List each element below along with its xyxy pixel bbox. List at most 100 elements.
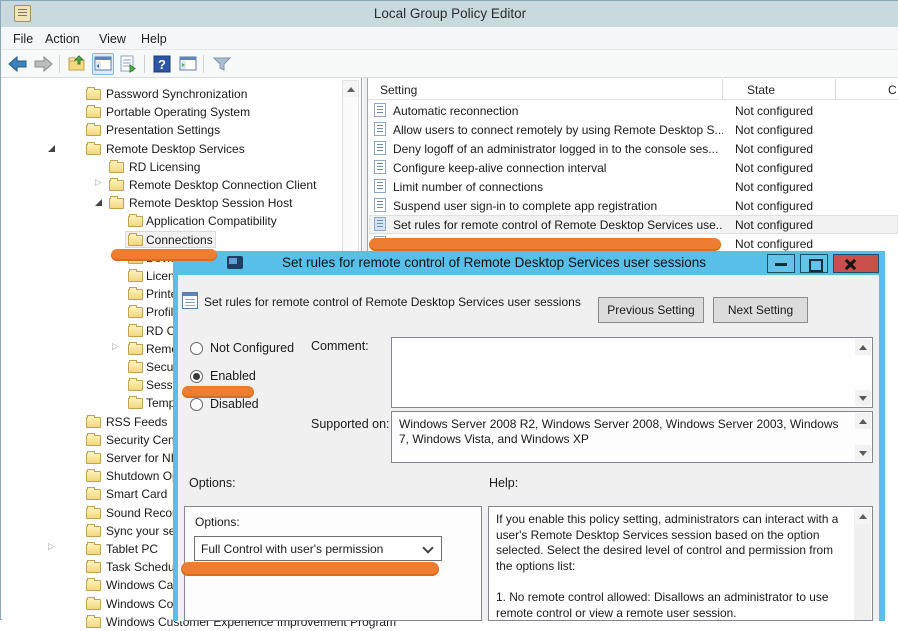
collapsed-arrow-icon[interactable]: ▷ <box>48 541 55 552</box>
help-icon[interactable]: ? <box>151 53 173 75</box>
local-group-policy-editor-window: { "window": { "title": "Local Group Poli… <box>0 0 898 620</box>
help-scrollbar[interactable] <box>854 508 871 620</box>
setting-state: Not configured <box>735 218 813 232</box>
radio-label[interactable]: Not Configured <box>210 341 294 355</box>
policy-setting-icon <box>374 160 386 174</box>
tree-item-presentation-settings[interactable]: Presentation Settings <box>2 121 342 139</box>
setting-name: Suspend user sign-in to complete app reg… <box>393 199 657 213</box>
column-divider[interactable] <box>722 79 723 100</box>
folder-icon <box>86 107 101 118</box>
dialog-titlebar: Set rules for remote control of Remote D… <box>173 251 885 275</box>
menu-item-file[interactable]: File <box>9 31 37 47</box>
folder-icon <box>86 580 101 591</box>
supported-on-value: Windows Server 2008 R2, Windows Server 2… <box>399 417 844 447</box>
export-list-icon[interactable] <box>118 53 140 75</box>
help-text: If you enable this policy setting, admin… <box>496 512 848 621</box>
setting-row-6[interactable]: Suspend user sign-in to complete app reg… <box>369 196 898 215</box>
folder-icon <box>86 508 101 519</box>
console-tree-icon[interactable] <box>92 53 114 75</box>
scroll-down-icon[interactable] <box>855 390 871 406</box>
maximize-button[interactable] <box>800 254 828 273</box>
toolbar-separator <box>144 55 145 73</box>
menu-item-action[interactable]: Action <box>41 31 84 47</box>
setting-row-7[interactable]: Set rules for remote control of Remote D… <box>369 215 898 234</box>
setting-row-4[interactable]: Configure keep-alive connection interval… <box>369 158 898 177</box>
tree-item-remote-desktop-connection-client[interactable]: ▷ Remote Desktop Connection Client <box>2 176 342 194</box>
policy-setting-icon <box>374 179 386 193</box>
tree-item-label: Connections <box>146 233 213 247</box>
forward-icon[interactable] <box>32 53 54 75</box>
tree-item-portable-operating-system[interactable]: Portable Operating System <box>2 103 342 121</box>
radio-label[interactable]: Disabled <box>210 397 259 411</box>
tree-item-connections[interactable]: Connections <box>2 231 342 249</box>
close-button[interactable] <box>833 254 879 273</box>
setting-row-1[interactable]: Automatic reconnectionNot configured <box>369 101 898 120</box>
radio-not-configured[interactable] <box>190 342 203 355</box>
expanded-arrow-icon[interactable] <box>48 145 55 152</box>
folder-icon <box>128 398 143 409</box>
radio-enabled[interactable] <box>190 370 203 383</box>
menu-item-help[interactable]: Help <box>137 31 171 47</box>
folder-icon <box>128 326 143 337</box>
annotation-marker-select-network-detection-row <box>369 238 721 251</box>
tree-item-label: Remote Desktop Connection Client <box>129 178 316 192</box>
filter-icon[interactable] <box>211 53 233 75</box>
tree-item-rd-licensing[interactable]: RD Licensing <box>2 158 342 176</box>
back-icon[interactable] <box>7 53 29 75</box>
svg-text:?: ? <box>158 57 166 72</box>
control-level-dropdown[interactable]: Full Control with user's permission <box>194 536 442 561</box>
folder-icon <box>86 471 101 482</box>
folder-icon <box>109 198 124 209</box>
column-header-comment[interactable]: C <box>888 83 897 97</box>
folder-icon <box>86 417 101 428</box>
radio-disabled[interactable] <box>190 398 203 411</box>
setting-row-5[interactable]: Limit number of connections Not configure… <box>369 177 898 196</box>
policy-setting-title: Set rules for remote control of Remote D… <box>204 295 604 309</box>
column-header-setting[interactable]: Setting <box>380 83 417 97</box>
supported-on-box[interactable]: Windows Server 2008 R2, Windows Server 2… <box>391 411 873 463</box>
setting-name: Limit number of connections <box>393 180 543 194</box>
minimize-button[interactable] <box>767 254 795 273</box>
show-hide-pane-icon[interactable] <box>177 53 199 75</box>
tree-item-label: Tablet PC <box>106 542 158 556</box>
scroll-up-icon[interactable] <box>855 413 871 429</box>
menu-item-view[interactable]: View <box>95 31 130 47</box>
setting-row-3[interactable]: Deny logoff of an administrator logged i… <box>369 139 898 158</box>
help-pane: If you enable this policy setting, admin… <box>488 506 873 621</box>
folder-icon <box>86 453 101 464</box>
dialog-title: Set rules for remote control of Remote D… <box>233 255 755 270</box>
collapsed-arrow-icon[interactable]: ▷ <box>112 341 119 352</box>
setting-state: Not configured <box>735 180 813 194</box>
collapsed-arrow-icon[interactable]: ▷ <box>95 177 102 188</box>
previous-setting-button[interactable]: Previous Setting <box>598 297 704 323</box>
scroll-up-icon[interactable] <box>855 339 871 355</box>
policy-setting-icon <box>374 198 386 212</box>
up-one-level-icon[interactable] <box>66 53 88 75</box>
column-header-state[interactable]: State <box>747 83 775 97</box>
tree-item-remote-desktop-services[interactable]: Remote Desktop Services <box>2 140 342 158</box>
folder-icon <box>128 344 143 355</box>
tree-item-password-synchronization[interactable]: Password Synchronization <box>2 85 342 103</box>
list-header: Setting State C <box>368 79 898 100</box>
setting-row-2[interactable]: Allow users to connect remotely by using… <box>369 120 898 139</box>
scroll-down-icon[interactable] <box>855 445 871 461</box>
scroll-up-icon[interactable] <box>855 508 870 524</box>
tree-item-label: RSS Feeds <box>106 415 167 429</box>
annotation-marker-options-dropdown <box>181 562 439 576</box>
column-divider[interactable] <box>835 79 836 100</box>
setting-state: Not configured <box>735 161 813 175</box>
tree-item-label: Portable Operating System <box>106 105 250 119</box>
toolbar-separator <box>59 55 60 73</box>
tree-item-remote-desktop-session-host[interactable]: Remote Desktop Session Host <box>2 194 342 212</box>
folder-icon <box>128 271 143 282</box>
next-setting-button[interactable]: Next Setting <box>713 297 808 323</box>
scroll-up-icon[interactable] <box>343 81 358 97</box>
options-section-label: Options: <box>189 476 236 490</box>
tree-item-application-compatibility[interactable]: Application Compatibility <box>2 212 342 230</box>
folder-icon <box>128 235 143 246</box>
expanded-arrow-icon[interactable] <box>95 199 102 206</box>
radio-label[interactable]: Enabled <box>210 369 256 383</box>
folder-icon <box>109 180 124 191</box>
comment-input[interactable] <box>391 337 873 408</box>
setting-name: Automatic reconnection <box>393 104 518 118</box>
